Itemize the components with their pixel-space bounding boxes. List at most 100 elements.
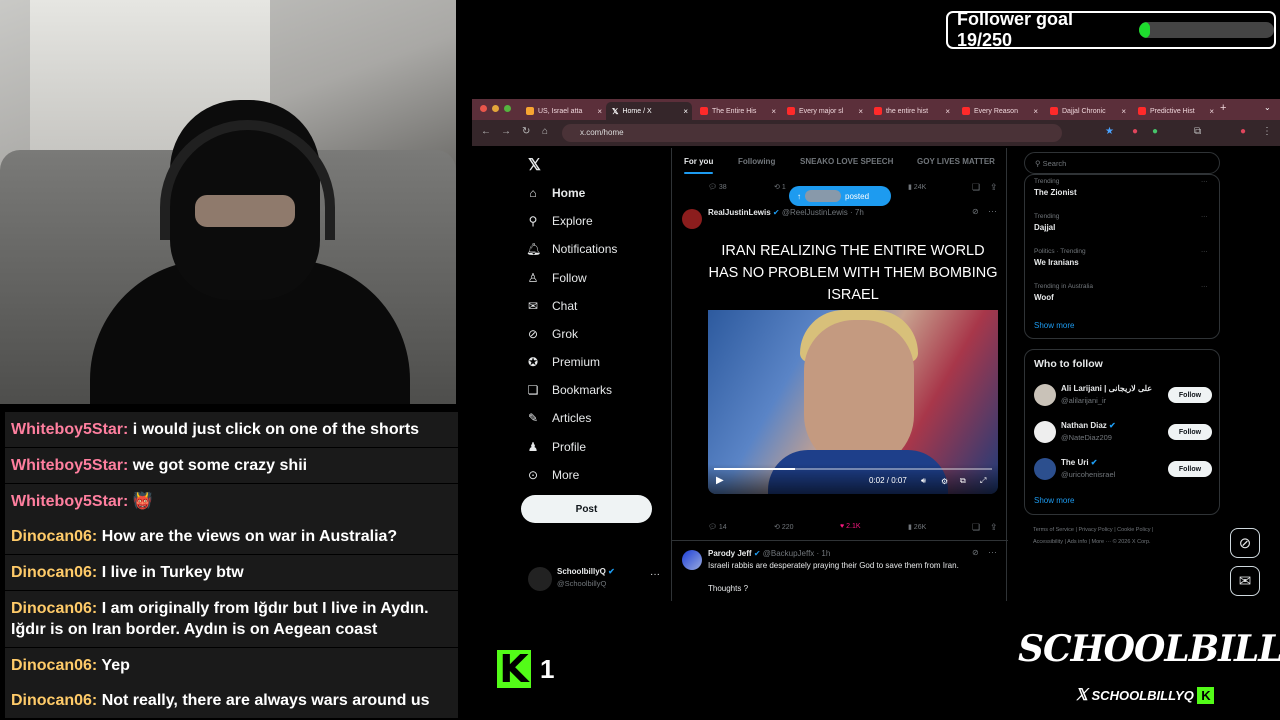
forward-arrow-icon[interactable]: → [501, 126, 511, 137]
avatar[interactable] [1034, 384, 1056, 406]
close-icon[interactable]: × [1033, 107, 1042, 116]
nav-home[interactable]: ⌂ Home [526, 183, 585, 203]
follow-button[interactable]: Follow [1168, 461, 1212, 477]
close-window-dot[interactable] [480, 105, 487, 112]
trend-name[interactable]: We Iranians [1034, 258, 1079, 267]
back-arrow-icon[interactable]: ← [481, 126, 491, 137]
follow-button[interactable]: Follow [1168, 387, 1212, 403]
new-tab-icon[interactable]: + [1220, 102, 1226, 114]
nav-premium[interactable]: ✪ Premium [526, 352, 600, 372]
reply-count[interactable]: 💬︎ 38 [708, 183, 727, 191]
browser-tab[interactable]: Dajjal Chronic × [1044, 102, 1130, 120]
tab-search-icon[interactable]: ⌄ [1264, 103, 1271, 112]
account-name[interactable]: SchoolbillyQ ✔ [557, 567, 615, 576]
more-dots-icon[interactable]: ··· [1201, 213, 1208, 220]
browser-tab[interactable]: US, Israel atta × [520, 102, 606, 120]
browser-tab[interactable]: The Entire His × [694, 102, 780, 120]
views-count[interactable]: ▮ 24K [908, 183, 926, 191]
bookmark-icon[interactable]: ❏ [972, 182, 980, 193]
volume-icon[interactable]: 🔊︎ [921, 476, 926, 486]
fullscreen-icon[interactable]: ⤢ [980, 476, 986, 486]
reload-icon[interactable]: ↻ [522, 126, 530, 137]
trend-name[interactable]: Dajjal [1034, 223, 1055, 232]
tweet-video[interactable]: ▶ 0:02 / 0:07 🔊︎ ⚙ ⧉ ⤢ [708, 310, 998, 494]
share-icon[interactable]: ⇪ [990, 522, 998, 533]
profile-avatar-icon[interactable]: ● [1240, 126, 1246, 137]
retweet-count[interactable]: ⟲ 1 [774, 183, 786, 191]
close-icon[interactable]: × [771, 107, 780, 116]
pip-icon[interactable]: ⧉ [960, 476, 966, 486]
more-dots-icon[interactable]: ··· [1201, 248, 1208, 255]
play-icon[interactable]: ▶ [716, 475, 724, 486]
browser-tab[interactable]: Predictive Hist × [1132, 102, 1218, 120]
bookmark-star-icon[interactable]: ★ [1105, 126, 1114, 137]
x-logo-icon[interactable]: 𝕏 [528, 155, 541, 175]
tab-for-you[interactable]: For you [684, 157, 714, 174]
video-progress[interactable] [714, 468, 992, 470]
nav-bookmarks[interactable]: ❏ Bookmarks [526, 380, 612, 400]
nav-more[interactable]: ⊙ More [526, 465, 579, 485]
tweet-author[interactable]: RealJustinLewis [708, 208, 771, 217]
browser-menu-icon[interactable]: ⋮ [1262, 126, 1272, 137]
show-more-link[interactable]: Show more [1034, 321, 1074, 330]
extensions-puzzle-icon[interactable]: ⧉ [1194, 126, 1201, 137]
settings-gear-icon[interactable]: ⚙ [941, 477, 948, 486]
more-dots-icon[interactable]: ··· [650, 569, 660, 580]
post-button[interactable]: Post [521, 495, 652, 523]
tab-following[interactable]: Following [738, 157, 775, 166]
nav-profile[interactable]: ♟ Profile [526, 437, 586, 457]
browser-tab[interactable]: Every major sl × [781, 102, 867, 120]
tab-goy-lives-matter[interactable]: GOY LIVES MATTER [917, 157, 995, 166]
nav-articles[interactable]: ✎ Articles [526, 408, 591, 428]
footer-links[interactable]: Accessibility | Ads info | More ··· © 20… [1033, 539, 1151, 545]
browser-tab[interactable]: Every Reason × [956, 102, 1042, 120]
suggestion-name[interactable]: Ali Larijani | علی لاریجانی [1061, 384, 1152, 393]
close-icon[interactable]: × [945, 107, 954, 116]
close-icon[interactable]: × [1121, 107, 1130, 116]
follow-button[interactable]: Follow [1168, 424, 1212, 440]
avatar[interactable] [1034, 458, 1056, 480]
close-icon[interactable]: × [683, 107, 692, 116]
views-count[interactable]: ▮ 26K [908, 523, 926, 531]
share-icon[interactable]: ⇪ [990, 182, 998, 193]
minimize-window-dot[interactable] [492, 105, 499, 112]
extension-icon[interactable]: ● [1132, 126, 1138, 137]
search-input[interactable]: ⚲ Search [1024, 152, 1220, 174]
close-icon[interactable]: × [858, 107, 867, 116]
nav-grok[interactable]: ⊘ Grok [526, 324, 578, 344]
nav-explore[interactable]: ⚲ Explore [526, 211, 593, 231]
suggestion-name[interactable]: Nathan Diaz ✔ [1061, 421, 1116, 430]
more-dots-icon[interactable]: ··· [1201, 283, 1208, 290]
more-dots-icon[interactable]: ··· [988, 206, 997, 216]
grok-float-button[interactable]: ⊘ [1230, 528, 1260, 558]
nav-follow[interactable]: ♙ Follow [526, 268, 587, 288]
account-avatar[interactable] [528, 567, 552, 591]
footer-links[interactable]: Terms of Service | Privacy Policy | Cook… [1033, 527, 1153, 533]
suggestion-name[interactable]: The Uri ✔ [1061, 458, 1098, 467]
reply-count[interactable]: 💬︎ 14 [708, 523, 727, 531]
retweet-count[interactable]: ⟲ 220 [774, 523, 794, 531]
show-more-link[interactable]: Show more [1034, 496, 1074, 505]
home-icon[interactable]: ⌂ [542, 126, 548, 137]
like-count[interactable]: ♥ 2.1K [840, 523, 861, 530]
close-icon[interactable]: × [597, 107, 606, 116]
grok-icon[interactable]: ⊘ [972, 207, 979, 216]
browser-tab-active[interactable]: 𝕏 Home / X × [606, 102, 692, 120]
avatar[interactable] [1034, 421, 1056, 443]
trend-name[interactable]: The Zionist [1034, 188, 1077, 197]
messages-float-button[interactable]: ✉ [1230, 566, 1260, 596]
extension-icon[interactable]: ● [1152, 126, 1158, 137]
nav-notifications[interactable]: 🔔︎ Notifications [526, 239, 617, 259]
tweet-author-avatar[interactable] [682, 209, 702, 229]
tweet-author[interactable]: Parody Jeff [708, 549, 752, 558]
trend-name[interactable]: Woof [1034, 293, 1054, 302]
tab-sneako-love-speech[interactable]: SNEAKO LOVE SPEECH [800, 157, 893, 166]
close-icon[interactable]: × [1209, 107, 1218, 116]
new-posts-pill[interactable]: ↑ posted [789, 186, 891, 206]
grok-icon[interactable]: ⊘ [972, 548, 979, 557]
url-input[interactable]: x.com/home [562, 124, 1062, 142]
more-dots-icon[interactable]: ··· [1201, 178, 1208, 185]
more-dots-icon[interactable]: ··· [988, 547, 997, 557]
tweet-author-avatar[interactable] [682, 550, 702, 570]
maximize-window-dot[interactable] [504, 105, 511, 112]
